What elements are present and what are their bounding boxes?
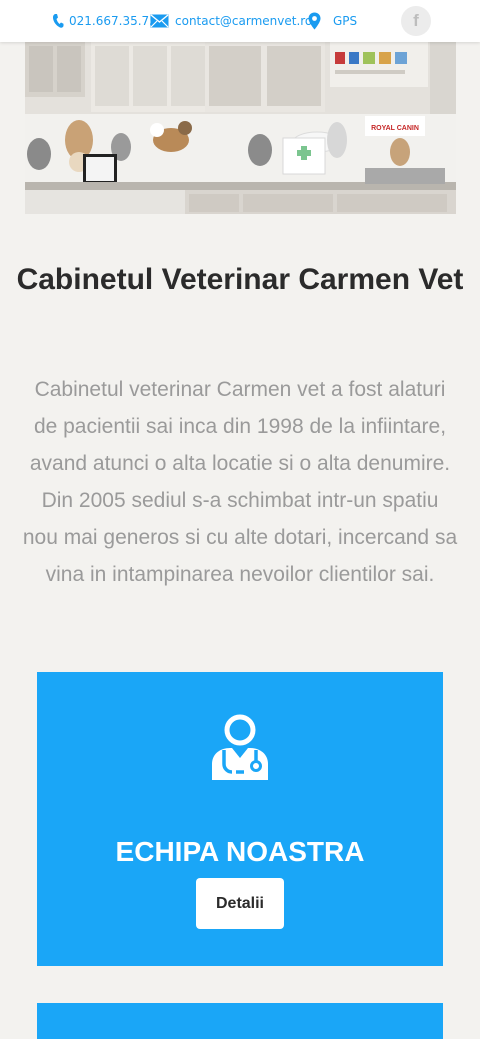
phone-icon xyxy=(52,14,64,28)
team-card: ECHIPA NOASTRA Detalii xyxy=(37,672,443,966)
clinic-interior-photo: ROYAL CANIN xyxy=(25,42,456,214)
team-details-button[interactable]: Detalii xyxy=(196,878,284,929)
service-card xyxy=(37,1003,443,1039)
intro-description: Cabinetul veterinar Carmen vet a fost al… xyxy=(22,378,458,586)
facebook-icon[interactable]: f xyxy=(401,6,431,36)
doctor-icon xyxy=(212,714,268,780)
phone-link[interactable]: 021.667.35.75 xyxy=(52,12,157,30)
hero-image: ROYAL CANIN xyxy=(25,42,456,214)
top-contact-bar: 021.667.35.75 contact@carmenvet.ro GPS f xyxy=(0,0,480,42)
mail-icon xyxy=(150,14,169,28)
gps-label: GPS xyxy=(333,14,358,28)
email-link[interactable]: contact@carmenvet.ro xyxy=(150,12,312,30)
phone-number: 021.667.35.75 xyxy=(69,14,157,28)
royal-canin-sign: ROYAL CANIN xyxy=(371,125,419,132)
email-address: contact@carmenvet.ro xyxy=(175,14,313,28)
gps-link[interactable]: GPS xyxy=(308,12,357,30)
page-title: Cabinetul Veterinar Carmen Vet xyxy=(16,263,464,296)
team-card-title: ECHIPA NOASTRA xyxy=(115,836,365,867)
location-pin-icon xyxy=(308,12,321,30)
